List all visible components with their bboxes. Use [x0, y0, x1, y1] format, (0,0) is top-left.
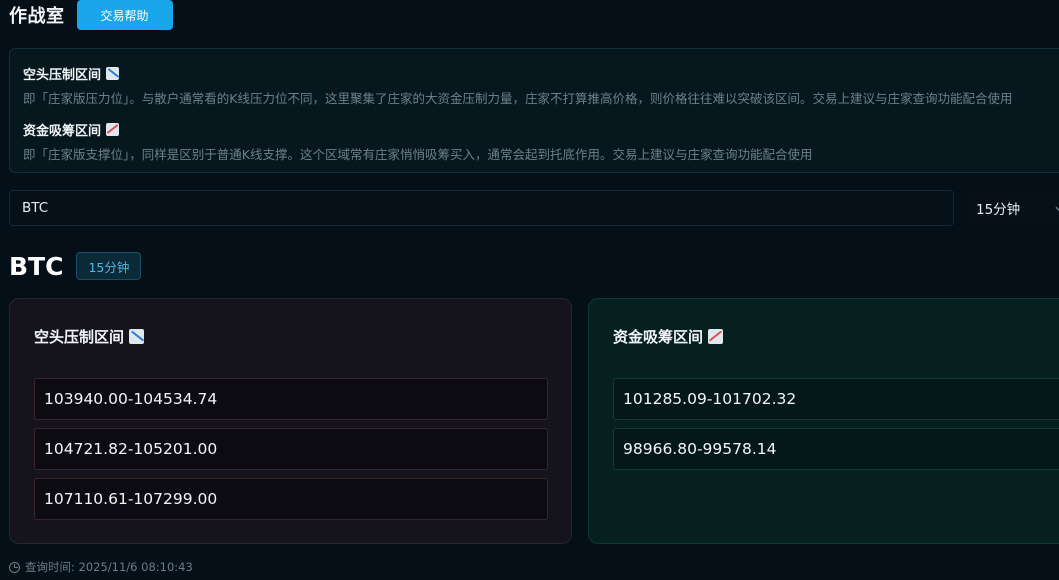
support-info-title: 资金吸筹区间: [23, 120, 120, 139]
resist-range-item: 107110.61-107299.00: [34, 478, 548, 520]
symbol-title: BTC: [9, 251, 64, 281]
resist-info-title-text: 空头压制区间: [23, 68, 102, 83]
clock-icon: [9, 561, 20, 573]
support-range-item: 98966.80-99578.14: [613, 428, 1059, 470]
trading-help-button[interactable]: 交易帮助: [76, 0, 173, 30]
symbol-search-input[interactable]: [9, 190, 954, 226]
top-bar: 作战室 交易帮助: [9, 0, 173, 30]
support-panel: 资金吸筹区间 101285.09-101702.32 98966.80-9957…: [588, 298, 1059, 544]
resist-info-title: 空头压制区间: [23, 64, 120, 83]
interval-badge: 15分钟: [76, 252, 142, 280]
resist-panel-title: 空头压制区间: [34, 326, 145, 347]
query-time-text: 查询时间: 2025/11/6 08:10:43: [25, 560, 193, 574]
chart-decreasing-icon: [129, 329, 145, 344]
resist-panel: 空头压制区间 103940.00-104534.74 104721.82-105…: [9, 298, 572, 544]
resist-panel-title-text: 空头压制区间: [34, 328, 125, 346]
page-title: 作战室: [9, 6, 65, 27]
resist-info-desc: 即「庄家版压力位」。与散户通常看的K线压力位不同，这里聚集了庄家的大资金压制力量…: [23, 91, 1013, 106]
interval-select[interactable]: 15分钟: [965, 190, 1059, 226]
support-info-desc: 即「庄家版支撑位」，同样是区别于普通K线支撑。这个区域常有庄家悄悄吸筹买入，通常…: [23, 147, 813, 162]
chart-decreasing-icon: [106, 67, 120, 80]
chevron-down-icon: [1055, 202, 1059, 213]
support-panel-title: 资金吸筹区间: [613, 326, 724, 347]
support-range-item: 101285.09-101702.32: [613, 378, 1059, 420]
resist-range-item: 104721.82-105201.00: [34, 428, 548, 470]
result-header: BTC 15分钟: [9, 251, 142, 281]
resist-range-item: 103940.00-104534.74: [34, 378, 548, 420]
support-panel-title-text: 资金吸筹区间: [613, 328, 704, 346]
chart-increasing-icon: [106, 123, 120, 136]
chart-increasing-icon: [708, 329, 724, 344]
support-info-title-text: 资金吸筹区间: [23, 124, 102, 139]
interval-select-value: 15分钟: [976, 202, 1021, 218]
query-time: 查询时间: 2025/11/6 08:10:43: [9, 558, 193, 576]
info-box: 空头压制区间 即「庄家版压力位」。与散户通常看的K线压力位不同，这里聚集了庄家的…: [9, 48, 1059, 173]
